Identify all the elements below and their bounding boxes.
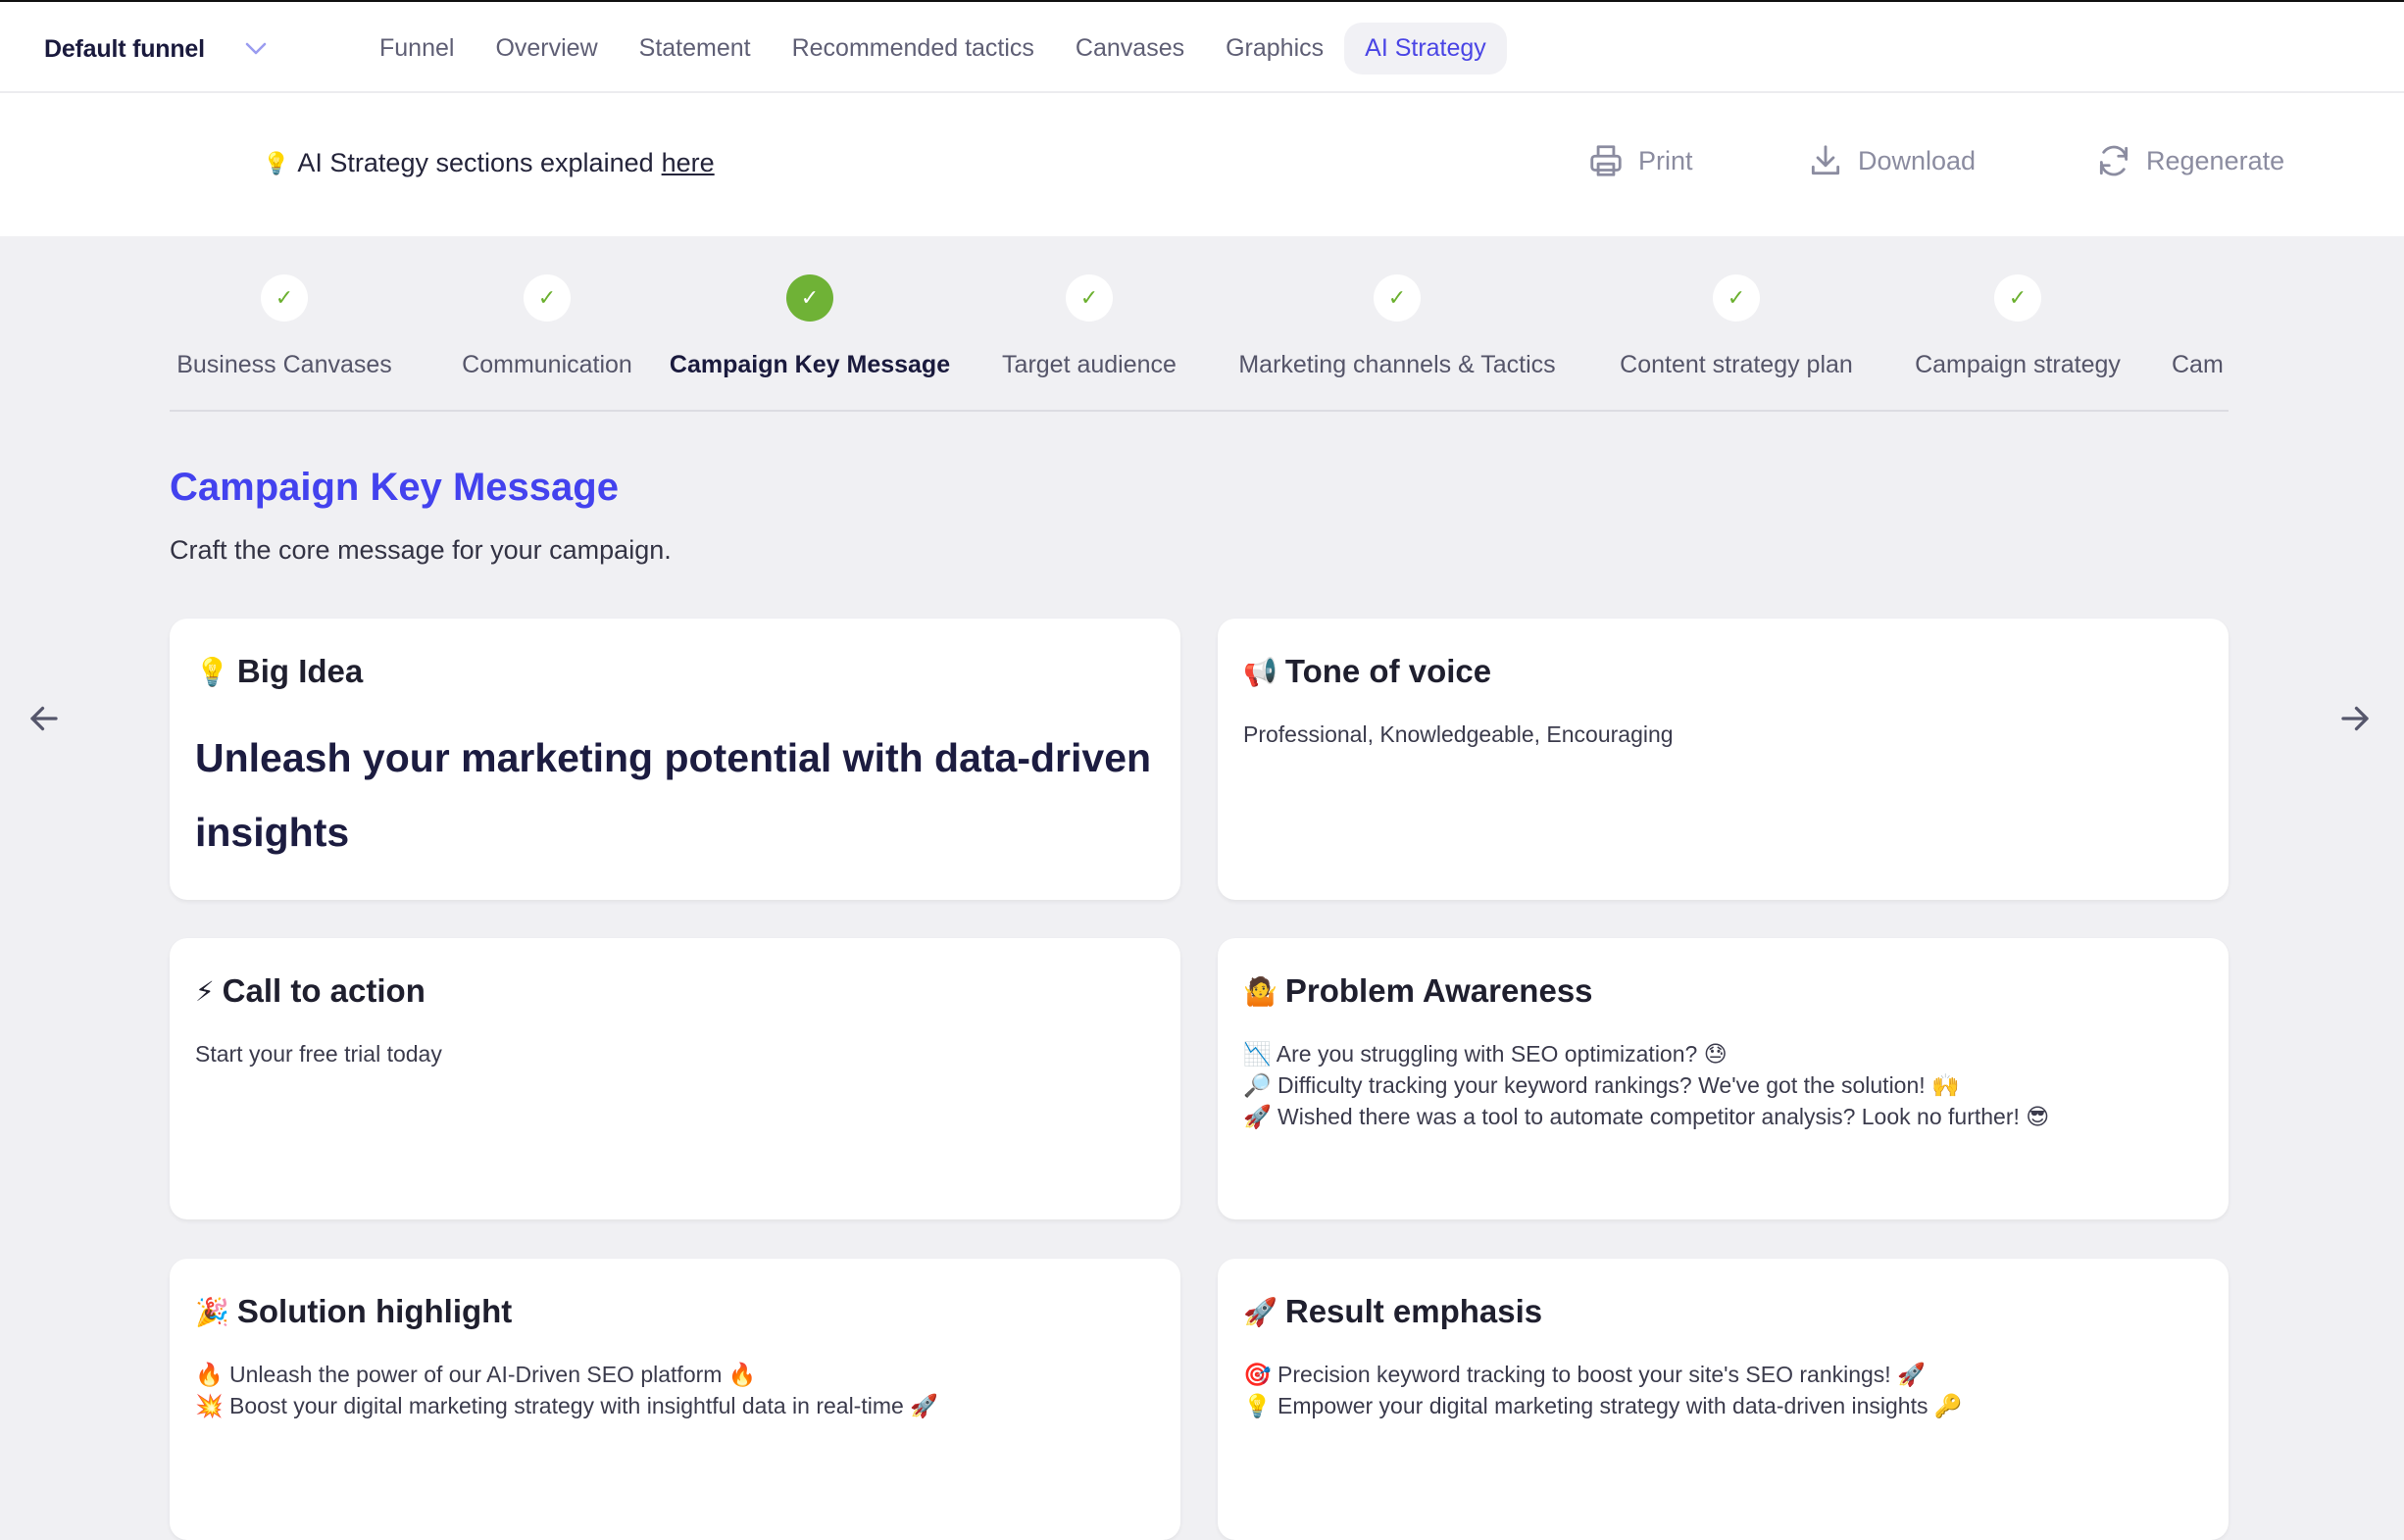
- step-cam-truncated[interactable]: Cam: [2172, 274, 2229, 379]
- card-title: 🚀 Result emphasis: [1243, 1290, 2203, 1333]
- card-problem-awareness: 🤷 Problem Awareness 📉 Are you struggling…: [1218, 938, 2229, 1219]
- card-title-text: Call to action: [222, 972, 426, 1009]
- check-icon: ✓: [1374, 274, 1421, 322]
- step-content-strategy-plan[interactable]: ✓ Content strategy plan: [1607, 274, 1866, 379]
- check-icon: ✓: [786, 274, 833, 322]
- card-title-text: Result emphasis: [1284, 1293, 1543, 1329]
- result-line: 💡 Empower your digital marketing strateg…: [1243, 1393, 1963, 1418]
- card-title-text: Solution highlight: [236, 1293, 513, 1329]
- step-label: Content strategy plan: [1620, 351, 1853, 378]
- section-title: Campaign Key Message: [170, 466, 619, 509]
- result-line: 🎯 Precision keyword tracking to boost yo…: [1243, 1362, 1926, 1387]
- problem-line: 🚀 Wished there was a tool to automate co…: [1243, 1104, 2050, 1129]
- card-tone-of-voice: 📢 Tone of voice Professional, Knowledgea…: [1218, 619, 2229, 900]
- tab-ai-strategy[interactable]: AI Strategy: [1344, 23, 1507, 75]
- tab-overview[interactable]: Overview: [475, 23, 618, 75]
- download-icon: [1811, 145, 1840, 175]
- card-body: 🔥 Unleash the power of our AI-Driven SEO…: [195, 1359, 1155, 1421]
- step-label: Campaign strategy: [1915, 351, 2121, 378]
- regenerate-label: Regenerate: [2146, 145, 2285, 175]
- info-banner: 💡 AI Strategy sections explained here: [263, 148, 715, 178]
- card-title-text: Tone of voice: [1284, 653, 1492, 689]
- tab-recommended-tactics[interactable]: Recommended tactics: [772, 23, 1055, 75]
- card-title: 📢 Tone of voice: [1243, 650, 2203, 693]
- card-title: 💡 Big Idea: [195, 650, 1155, 693]
- tab-canvases[interactable]: Canvases: [1055, 23, 1205, 75]
- top-navigation: Default funnel Funnel Overview Statement…: [0, 0, 2404, 93]
- regenerate-button[interactable]: Regenerate: [2095, 142, 2284, 179]
- info-text: AI Strategy sections explained: [297, 148, 654, 177]
- step-label: Communication: [462, 351, 632, 378]
- funnel-selector-label: Default funnel: [44, 34, 205, 63]
- download-button[interactable]: Download: [1807, 142, 1976, 179]
- card-big-idea: 💡 Big Idea Unleash your marketing potent…: [170, 619, 1180, 900]
- card-title: 🎉 Solution highlight: [195, 1290, 1155, 1333]
- card-body: 🎯 Precision keyword tracking to boost yo…: [1243, 1359, 2203, 1421]
- solution-line: 🔥 Unleash the power of our AI-Driven SEO…: [195, 1362, 757, 1387]
- section-subtitle: Craft the core message for your campaign…: [170, 535, 672, 565]
- megaphone-icon: 📢: [1243, 656, 1277, 687]
- check-icon: ✓: [1066, 274, 1113, 322]
- step-label: Target audience: [1002, 351, 1177, 378]
- step-marketing-channels[interactable]: ✓ Marketing channels & Tactics: [1224, 274, 1571, 379]
- problem-line: 🔎 Difficulty tracking your keyword ranki…: [1243, 1072, 1960, 1098]
- lightbulb-icon: 💡: [263, 150, 290, 175]
- party-popper-icon: 🎉: [195, 1296, 229, 1327]
- cta-text: Start your free trial today: [195, 1041, 442, 1067]
- section-stepper: ✓ Business Canvases ✓ Communication ✓ Ca…: [170, 274, 2229, 412]
- print-button[interactable]: Print: [1587, 142, 1693, 179]
- check-icon: ✓: [1994, 274, 2041, 322]
- card-result-emphasis: 🚀 Result emphasis 🎯 Precision keyword tr…: [1218, 1259, 2229, 1540]
- print-label: Print: [1638, 145, 1693, 175]
- step-label: Business Canvases: [176, 351, 392, 378]
- tab-funnel[interactable]: Funnel: [359, 23, 475, 75]
- card-title: 🤷 Problem Awareness: [1243, 969, 2203, 1013]
- tab-statement[interactable]: Statement: [619, 23, 772, 75]
- arrow-right-icon[interactable]: [2337, 701, 2373, 736]
- info-link[interactable]: here: [662, 148, 715, 178]
- step-campaign-strategy[interactable]: ✓ Campaign strategy: [1902, 274, 2133, 379]
- chevron-down-icon: [245, 42, 267, 55]
- card-title-text: Big Idea: [236, 653, 364, 689]
- big-idea-text: Unleash your marketing potential with da…: [195, 735, 1152, 855]
- lightbulb-icon: 💡: [195, 656, 229, 687]
- shrug-icon: 🤷: [1243, 975, 1277, 1007]
- arrow-left-icon[interactable]: [26, 701, 62, 736]
- step-label: Cam: [2172, 351, 2224, 378]
- lightning-icon: ⚡: [195, 975, 215, 1007]
- rocket-icon: 🚀: [1243, 1296, 1277, 1327]
- main-tabs: Funnel Overview Statement Recommended ta…: [359, 23, 1507, 75]
- problem-line: 📉 Are you struggling with SEO optimizati…: [1243, 1041, 1728, 1067]
- card-body: 📉 Are you struggling with SEO optimizati…: [1243, 1038, 2203, 1132]
- refresh-icon: [2099, 145, 2129, 176]
- card-call-to-action: ⚡ Call to action Start your free trial t…: [170, 938, 1180, 1219]
- step-label: Campaign Key Message: [669, 351, 951, 378]
- step-target-audience[interactable]: ✓ Target audience: [991, 274, 1187, 379]
- step-business-canvases[interactable]: ✓ Business Canvases: [170, 274, 399, 379]
- card-solution-highlight: 🎉 Solution highlight 🔥 Unleash the power…: [170, 1259, 1180, 1540]
- step-label: Marketing channels & Tactics: [1238, 351, 1556, 378]
- card-title-text: Problem Awareness: [1284, 972, 1593, 1009]
- check-icon: ✓: [1713, 274, 1760, 322]
- funnel-selector[interactable]: Default funnel: [44, 29, 268, 69]
- check-icon: ✓: [261, 274, 308, 322]
- printer-icon: [1590, 145, 1622, 176]
- download-label: Download: [1858, 145, 1977, 175]
- card-title: ⚡ Call to action: [195, 969, 1155, 1013]
- step-communication[interactable]: ✓ Communication: [432, 274, 662, 379]
- toolbar: 💡 AI Strategy sections explained here Pr…: [0, 93, 2404, 236]
- check-icon: ✓: [524, 274, 571, 322]
- solution-line: 💥 Boost your digital marketing strategy …: [195, 1393, 938, 1418]
- tone-text: Professional, Knowledgeable, Encouraging: [1243, 721, 1674, 747]
- step-campaign-key-message[interactable]: ✓ Campaign Key Message: [663, 274, 957, 379]
- tab-graphics[interactable]: Graphics: [1205, 23, 1344, 75]
